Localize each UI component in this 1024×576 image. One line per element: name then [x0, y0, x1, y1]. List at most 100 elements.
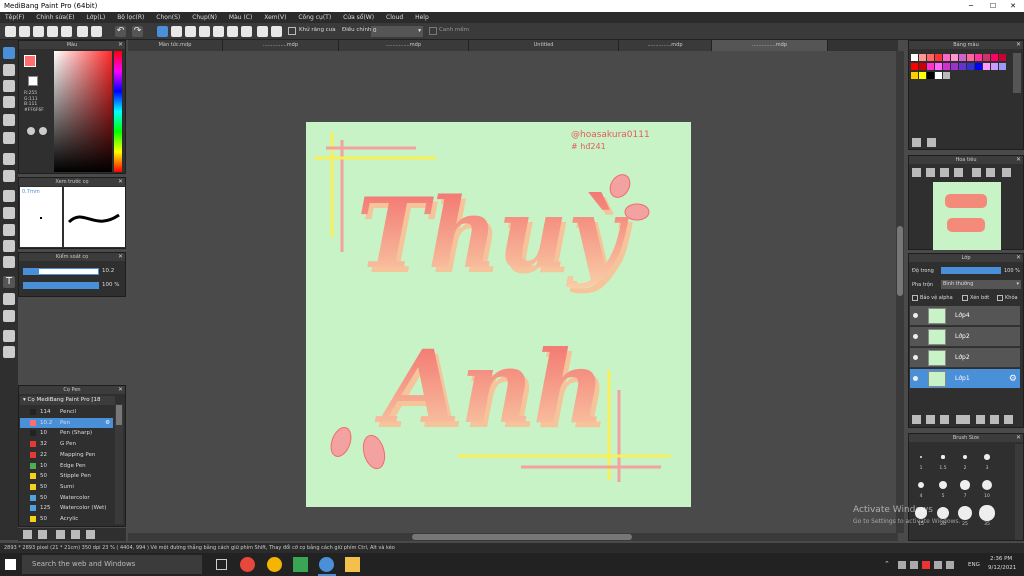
horizontal-scroll-thumb[interactable] [412, 534, 632, 540]
open-icon[interactable] [19, 26, 30, 37]
marquee-tool-icon[interactable] [3, 190, 15, 202]
palette-swatch[interactable] [919, 54, 926, 61]
hatch-icon[interactable] [171, 26, 182, 37]
palette-swatch[interactable] [935, 72, 942, 79]
brush-size-dot[interactable] [962, 454, 968, 460]
menu-filter[interactable]: Bộ lọc(R) [112, 12, 149, 23]
menu-file[interactable]: Tệp(F) [0, 12, 29, 23]
close-icon[interactable]: ✕ [118, 253, 123, 261]
primary-color-swatch[interactable] [24, 55, 36, 67]
palette-swatch[interactable] [975, 54, 982, 61]
radial-snap-icon[interactable] [241, 26, 252, 37]
palette-swatch[interactable] [967, 63, 974, 70]
navigator-thumbnail[interactable] [933, 182, 1001, 250]
palette-swatch[interactable] [943, 63, 950, 70]
clock-time[interactable]: 2:36 PM [990, 556, 1012, 562]
visibility-eye-icon[interactable] [913, 355, 918, 360]
shape-tool-icon[interactable] [3, 132, 15, 144]
close-icon[interactable]: ✕ [118, 386, 123, 394]
palette-swatch[interactable] [975, 63, 982, 70]
palette-swatch[interactable] [943, 54, 950, 61]
brush-list-item[interactable]: 50 Watercolor [20, 493, 113, 503]
windows-start-icon[interactable] [5, 559, 16, 570]
palette-swatch[interactable] [999, 54, 1006, 61]
palette-add-icon[interactable] [912, 138, 921, 147]
text-tool-icon[interactable]: T [3, 276, 15, 288]
layer-opacity-slider[interactable] [941, 267, 1001, 274]
brush-size-slider[interactable] [23, 268, 99, 275]
chrome-icon[interactable] [267, 557, 282, 572]
vertical-scrollbar[interactable] [896, 51, 904, 533]
dot-tool-icon[interactable] [3, 80, 15, 92]
stroke-tool-icon[interactable] [157, 26, 168, 37]
palette-swatch[interactable] [983, 63, 990, 70]
menu-snap[interactable]: Chụp(N) [187, 12, 222, 23]
document-tab[interactable]: Màn tức.mdp [128, 40, 223, 51]
palette-icon[interactable] [27, 127, 35, 135]
layer-delete-icon[interactable] [1004, 415, 1013, 424]
cloud-icon[interactable] [47, 26, 58, 37]
redo-icon[interactable]: ↷ [132, 26, 143, 37]
menu-window[interactable]: Cửa sổ(W) [338, 12, 379, 23]
eyedropper-icon[interactable] [39, 127, 47, 135]
menu-layer[interactable]: Lớp(L) [81, 12, 110, 23]
task-view-icon[interactable] [216, 559, 227, 570]
select-tool-icon[interactable] [3, 96, 15, 108]
palette-swatch[interactable] [991, 63, 998, 70]
zoom-in-icon[interactable] [912, 168, 921, 177]
move-tool-icon[interactable] [3, 114, 15, 126]
brush-size-dot[interactable] [920, 456, 922, 458]
brush-size-dot[interactable] [917, 481, 925, 489]
select-eraser-tool-icon[interactable] [3, 256, 15, 268]
home-icon[interactable] [5, 26, 16, 37]
palette-swatch[interactable] [919, 72, 926, 79]
lasso-tool-icon[interactable] [3, 207, 15, 219]
taskbar-search-input[interactable]: Search the web and Windows [22, 555, 202, 574]
tray-app-icon[interactable] [898, 561, 906, 569]
palette-swatch[interactable] [951, 63, 958, 70]
menu-help[interactable]: Help [410, 12, 434, 23]
brush-size-dot[interactable] [941, 455, 945, 459]
app-icon[interactable] [293, 557, 308, 572]
select-pen-tool-icon[interactable] [3, 240, 15, 252]
brush-folder-icon[interactable] [71, 530, 80, 539]
volume-icon[interactable] [946, 561, 954, 569]
gear-icon[interactable]: ⚙ [105, 418, 110, 428]
palette-swatch[interactable] [927, 72, 934, 79]
layer-folder-icon[interactable] [976, 415, 985, 424]
brush-options-icon[interactable] [38, 530, 47, 539]
close-button[interactable]: ✕ [1004, 0, 1022, 12]
lock-checkbox[interactable] [997, 295, 1003, 301]
drawing-canvas[interactable]: Thuỳ Thuỳ Anh Anh @hoasakura0111 # hđ241 [306, 122, 691, 507]
close-icon[interactable]: ✕ [118, 178, 123, 186]
actual-size-icon[interactable] [954, 168, 963, 177]
palette-scrollbar[interactable] [1013, 53, 1021, 93]
gear-icon[interactable] [271, 26, 282, 37]
medibang-icon[interactable] [319, 557, 334, 572]
brush-list-item[interactable]: 22 Mapping Pen [20, 450, 113, 460]
hand-tool-icon[interactable] [3, 346, 15, 358]
layer-row[interactable]: Lớp1 ⚙ [910, 369, 1020, 389]
layer-row[interactable]: Lớp4 [910, 306, 1020, 326]
palette-swatch[interactable] [959, 63, 966, 70]
palette-swatch[interactable] [951, 54, 958, 61]
brush-tool-icon[interactable] [3, 47, 15, 59]
palette-swatch[interactable] [911, 54, 918, 61]
save-icon[interactable] [61, 26, 72, 37]
menu-view[interactable]: Xem(V) [259, 12, 291, 23]
undo-icon[interactable]: ↶ [115, 26, 126, 37]
chat-icon[interactable] [33, 26, 44, 37]
palette-swatch[interactable] [927, 63, 934, 70]
new-halftone-layer-icon[interactable] [926, 415, 935, 424]
palette-swatch[interactable] [911, 63, 918, 70]
visibility-eye-icon[interactable] [913, 376, 918, 381]
correction-select[interactable]: 0 ▾ [371, 26, 423, 37]
gradient-tool-icon[interactable] [3, 170, 15, 182]
palette-swatch[interactable] [959, 54, 966, 61]
brush-add-icon[interactable] [23, 530, 32, 539]
trash-icon[interactable] [927, 138, 936, 147]
minimize-button[interactable]: ─ [962, 0, 980, 12]
new-8bit-layer-icon[interactable] [940, 415, 949, 424]
brush-size-scrollbar[interactable] [1015, 444, 1023, 540]
brush-list-scrollbar[interactable] [115, 404, 123, 524]
